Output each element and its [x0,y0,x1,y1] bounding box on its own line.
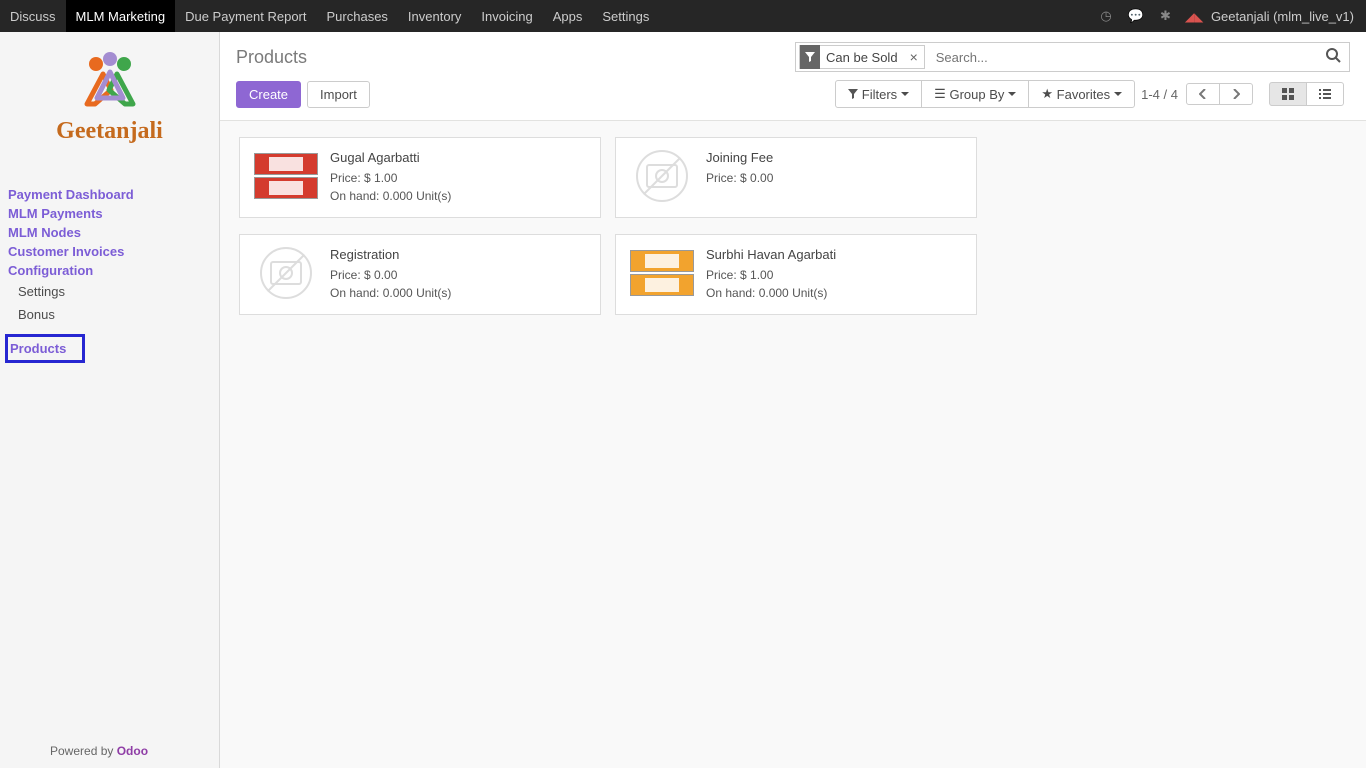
debug-icon[interactable]: ✱ [1152,8,1179,24]
kanban-view-button[interactable] [1269,82,1307,106]
product-onhand: On hand: 0.000 Unit(s) [330,187,586,205]
nav-apps[interactable]: Apps [543,0,593,32]
search-facet-label: Can be Sold [820,50,904,65]
sidebar-menu: Payment Dashboard MLM Payments MLM Nodes… [0,185,219,363]
chevron-right-icon [1232,89,1240,99]
product-name: Registration [330,247,586,262]
search-facet-remove[interactable]: × [904,49,924,65]
nav-mlm-marketing[interactable]: MLM Marketing [66,0,176,32]
product-image [630,150,694,202]
nav-discuss[interactable]: Discuss [0,0,66,32]
pager-prev-button[interactable] [1186,83,1220,105]
product-card[interactable]: Registration Price: $ 0.00 On hand: 0.00… [239,234,601,315]
user-menu[interactable]: ◢◣ Geetanjali (mlm_live_v1) [1179,9,1366,24]
sidebar-item-mlm-nodes[interactable]: MLM Nodes [8,223,211,242]
product-price: Price: $ 0.00 [706,169,962,187]
kanban-view: Gugal Agarbatti Price: $ 1.00 On hand: 0… [220,121,1366,768]
import-button[interactable]: Import [307,81,370,108]
product-card[interactable]: Surbhi Havan Agarbati Price: $ 1.00 On h… [615,234,977,315]
product-onhand: On hand: 0.000 Unit(s) [330,284,586,302]
no-image-icon [260,247,312,299]
favorites-dropdown[interactable]: ★ Favorites [1028,80,1135,108]
product-card[interactable]: Gugal Agarbatti Price: $ 1.00 On hand: 0… [239,137,601,218]
list-view-icon [1319,88,1331,100]
product-price: Price: $ 0.00 [330,266,586,284]
product-card[interactable]: Joining Fee Price: $ 0.00 [615,137,977,218]
search-box[interactable]: Can be Sold × [795,42,1350,72]
brand-name: Geetanjali [0,118,219,145]
sidebar-footer: Powered by Odoo [0,734,219,768]
brand-logo-icon [65,52,155,114]
create-button[interactable]: Create [236,81,301,108]
powered-by-odoo-link[interactable]: Odoo [117,744,148,758]
sidebar-item-mlm-payments[interactable]: MLM Payments [8,204,211,223]
nav-invoicing[interactable]: Invoicing [471,0,542,32]
search-facet: Can be Sold × [799,45,925,69]
sidebar: Geetanjali Payment Dashboard MLM Payment… [0,32,220,768]
funnel-icon [848,89,858,99]
product-onhand: On hand: 0.000 Unit(s) [706,284,962,302]
nav-due-payment-report[interactable]: Due Payment Report [175,0,316,32]
product-price: Price: $ 1.00 [330,169,586,187]
pager-next-button[interactable] [1219,83,1253,105]
sidebar-item-settings[interactable]: Settings [8,280,211,303]
filters-dropdown[interactable]: Filters [835,80,922,108]
kanban-icon [1282,88,1294,100]
list-icon: ☰ [934,86,946,102]
sidebar-item-payment-dashboard[interactable]: Payment Dashboard [8,185,211,204]
messages-icon[interactable]: 💬 [1120,8,1152,24]
top-navbar: Discuss MLM Marketing Due Payment Report… [0,0,1366,32]
powered-by-text: Powered by [50,744,117,758]
nav-inventory[interactable]: Inventory [398,0,471,32]
sidebar-item-customer-invoices[interactable]: Customer Invoices [8,242,211,261]
groupby-dropdown[interactable]: ☰ Group By [921,80,1029,108]
user-name: Geetanjali (mlm_live_v1) [1211,9,1354,24]
filters-label: Filters [862,87,897,102]
nav-settings[interactable]: Settings [592,0,659,32]
search-input[interactable] [928,44,1317,70]
sidebar-logo[interactable]: Geetanjali [0,52,219,145]
search-icon[interactable] [1317,47,1349,68]
product-name: Surbhi Havan Agarbati [706,247,962,262]
chevron-left-icon [1199,89,1207,99]
control-panel: Products Can be Sold × [220,32,1366,121]
product-name: Gugal Agarbatti [330,150,586,165]
page-title: Products [236,47,307,68]
product-image [630,247,694,299]
favorites-label: Favorites [1057,87,1110,102]
filter-icon [800,45,820,69]
product-image [254,150,318,202]
groupby-label: Group By [949,87,1004,102]
sidebar-item-products[interactable]: Products [5,334,85,363]
product-price: Price: $ 1.00 [706,266,962,284]
main-content: Products Can be Sold × [220,32,1366,768]
nav-purchases[interactable]: Purchases [317,0,398,32]
user-logo-icon: ◢◣ [1185,10,1207,24]
pager-counter[interactable]: 1-4 / 4 [1141,87,1178,102]
product-name: Joining Fee [706,150,962,165]
sidebar-item-bonus[interactable]: Bonus [8,303,211,326]
pager: 1-4 / 4 [1141,83,1259,105]
activity-icon[interactable]: ◷ [1092,8,1119,24]
sidebar-item-configuration[interactable]: Configuration [8,261,211,280]
no-image-icon [636,150,688,202]
star-icon: ★ [1041,86,1053,102]
product-image [254,247,318,299]
list-view-button[interactable] [1306,82,1344,106]
